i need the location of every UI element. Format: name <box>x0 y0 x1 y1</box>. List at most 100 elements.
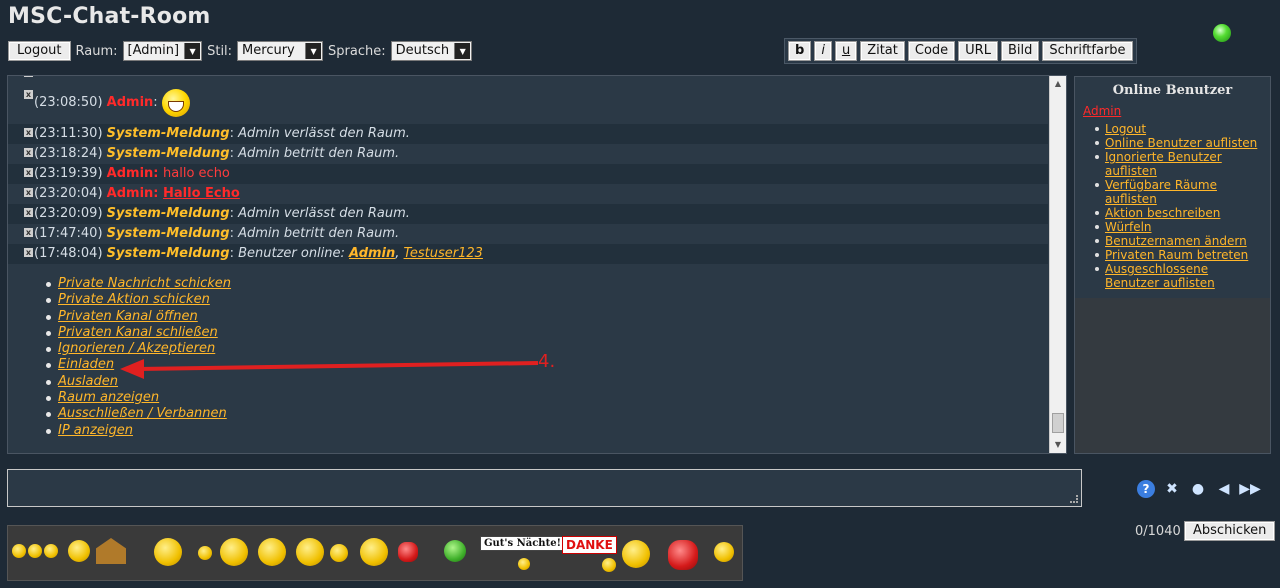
action-close-private-channel[interactable]: Privaten Kanal schließen <box>46 325 231 341</box>
users-icon[interactable]: ● <box>1189 480 1207 498</box>
house-smiley-icon[interactable] <box>96 538 126 564</box>
message-input[interactable] <box>7 469 1082 507</box>
smiley-icon[interactable] <box>518 558 530 570</box>
url-button[interactable]: URL <box>958 41 998 61</box>
message-text: Admin betritt den Raum. <box>238 146 400 161</box>
menu-roll-dice[interactable]: Würfeln <box>1095 220 1262 234</box>
message-time: (23:11:30) <box>34 126 103 141</box>
chat-messages: x (23:08:50) Admin: x (23:11:30) System-… <box>8 76 1048 453</box>
message-time: (23:18:24) <box>34 146 103 161</box>
good-night-sign-icon[interactable]: Gut's Nächte! <box>480 536 565 551</box>
language-label: Sprache: <box>328 43 386 59</box>
smiley-icon[interactable] <box>12 544 26 558</box>
bold-button[interactable]: b <box>788 41 812 61</box>
page-title: MSC-Chat-Room <box>8 4 211 29</box>
quote-button[interactable]: Zitat <box>860 41 905 61</box>
logout-button[interactable]: Logout <box>8 41 71 61</box>
online-user-link[interactable]: Testuser123 <box>404 246 483 261</box>
action-private-action[interactable]: Private Aktion schicken <box>46 292 231 308</box>
smiley-icon[interactable] <box>154 538 182 566</box>
style-select[interactable]: Mercury ▼ <box>237 41 324 61</box>
action-ignore[interactable]: Ignorieren / Akzeptieren <box>46 341 231 357</box>
partial-message-row <box>8 76 1048 86</box>
scroll-thumb[interactable] <box>1052 413 1064 433</box>
smiley-icon[interactable] <box>602 558 616 572</box>
delete-icon[interactable]: x <box>24 128 33 137</box>
action-ban[interactable]: Ausschließen / Verbannen <box>46 406 231 422</box>
smiley-icon[interactable] <box>330 544 348 562</box>
smiley-icon[interactable] <box>622 540 650 568</box>
smiley-icon[interactable] <box>198 546 212 560</box>
delete-icon[interactable]: x <box>24 168 33 177</box>
chat-log[interactable]: x (23:08:50) Admin: x (23:11:30) System-… <box>7 75 1067 454</box>
smiley-icon[interactable] <box>360 538 388 566</box>
smiley-icon[interactable] <box>444 540 466 562</box>
action-show-room[interactable]: Raum anzeigen <box>46 390 231 406</box>
code-button[interactable]: Code <box>907 41 956 61</box>
menu-logout[interactable]: Logout <box>1095 122 1262 136</box>
settings-icon[interactable]: ✖ <box>1163 480 1181 498</box>
chevron-down-icon: ▼ <box>184 43 201 59</box>
menu-describe-action[interactable]: Aktion beschreiben <box>1095 206 1262 220</box>
message-user: System-Meldung <box>106 226 230 241</box>
scroll-up-icon[interactable]: ▲ <box>1050 76 1066 92</box>
delete-icon[interactable]: x <box>24 228 33 237</box>
menu-list-rooms[interactable]: Verfügbare Räume auflisten <box>1095 178 1262 206</box>
room-select[interactable]: [Admin] ▼ <box>122 41 203 61</box>
message-text: Admin verlässt den Raum. <box>238 206 410 221</box>
delete-icon[interactable]: x <box>24 248 33 257</box>
fontcolor-button[interactable]: Schriftfarbe <box>1042 41 1133 61</box>
action-private-message[interactable]: Private Nachricht schicken <box>46 276 231 292</box>
delete-icon[interactable]: x <box>24 148 33 157</box>
smiley-icon[interactable] <box>258 538 286 566</box>
sound-icon[interactable]: ◀ <box>1215 480 1233 498</box>
smiley-icon[interactable] <box>44 544 58 558</box>
devil-smiley-icon[interactable] <box>668 540 698 570</box>
action-show-ip[interactable]: IP anzeigen <box>46 423 231 439</box>
underline-button[interactable]: u <box>834 41 858 61</box>
menu-banned-users[interactable]: Ausgeschlossene Benutzer auflisten <box>1095 262 1262 290</box>
fast-forward-icon[interactable]: ▶▶ <box>1239 480 1261 498</box>
online-user-admin[interactable]: Admin <box>1083 104 1262 118</box>
menu-change-name[interactable]: Benutzernamen ändern <box>1095 234 1262 248</box>
bbcode-toolbar: b i u Zitat Code URL Bild Schriftfarbe <box>784 38 1137 64</box>
scroll-down-icon[interactable]: ▼ <box>1050 437 1066 453</box>
laughing-smiley-icon[interactable] <box>220 538 248 566</box>
message-user: System-Meldung <box>106 146 230 161</box>
chevron-down-icon: ▼ <box>305 43 322 59</box>
annotation-label: 4. <box>538 351 556 372</box>
send-button[interactable]: Abschicken <box>1184 521 1276 541</box>
annotation-arrow-icon <box>120 359 539 379</box>
smiley-icon[interactable] <box>398 542 418 562</box>
image-button[interactable]: Bild <box>1000 41 1040 61</box>
action-open-private-channel[interactable]: Privaten Kanal öffnen <box>46 309 231 325</box>
online-users-title: Online Benutzer <box>1112 83 1233 98</box>
smiley-icon[interactable] <box>28 544 42 558</box>
online-user-link[interactable]: Admin <box>349 246 395 261</box>
message-user[interactable]: Admin <box>107 95 154 110</box>
message-user: System-Meldung <box>106 206 230 221</box>
message-user[interactable]: Admin <box>107 166 154 181</box>
menu-private-room[interactable]: Privaten Raum betreten <box>1095 248 1262 262</box>
chat-scrollbar[interactable]: ▲ ▼ <box>1049 76 1066 453</box>
resize-handle-icon[interactable] <box>1070 495 1078 503</box>
danke-sign-icon[interactable]: DANKE <box>562 536 617 554</box>
message-user[interactable]: Admin <box>107 186 154 201</box>
help-icon[interactable]: ? <box>1137 480 1155 498</box>
delete-icon[interactable]: x <box>24 208 33 217</box>
menu-list-ignored-users[interactable]: Ignorierte Benutzer auflisten <box>1095 150 1262 178</box>
delete-icon[interactable]: x <box>24 90 33 99</box>
smiley-icon[interactable] <box>296 538 324 566</box>
delete-icon[interactable]: x <box>24 188 33 197</box>
message-time: (23:20:04) <box>34 186 103 201</box>
message-row: x (17:48:04) System-Meldung: Benutzer on… <box>8 244 1048 264</box>
delete-icon[interactable] <box>24 76 33 77</box>
smiley-icon[interactable] <box>714 542 734 562</box>
smiley-icon[interactable] <box>68 540 90 562</box>
message-text: hallo echo <box>163 166 230 181</box>
menu-list-online-users[interactable]: Online Benutzer auflisten <box>1095 136 1262 150</box>
message-row: x (23:11:30) System-Meldung: Admin verlä… <box>8 124 1048 144</box>
language-select[interactable]: Deutsch ▼ <box>390 41 473 61</box>
italic-button[interactable]: i <box>814 41 832 61</box>
message-row: x (23:19:39) Admin: hallo echo <box>8 164 1048 184</box>
